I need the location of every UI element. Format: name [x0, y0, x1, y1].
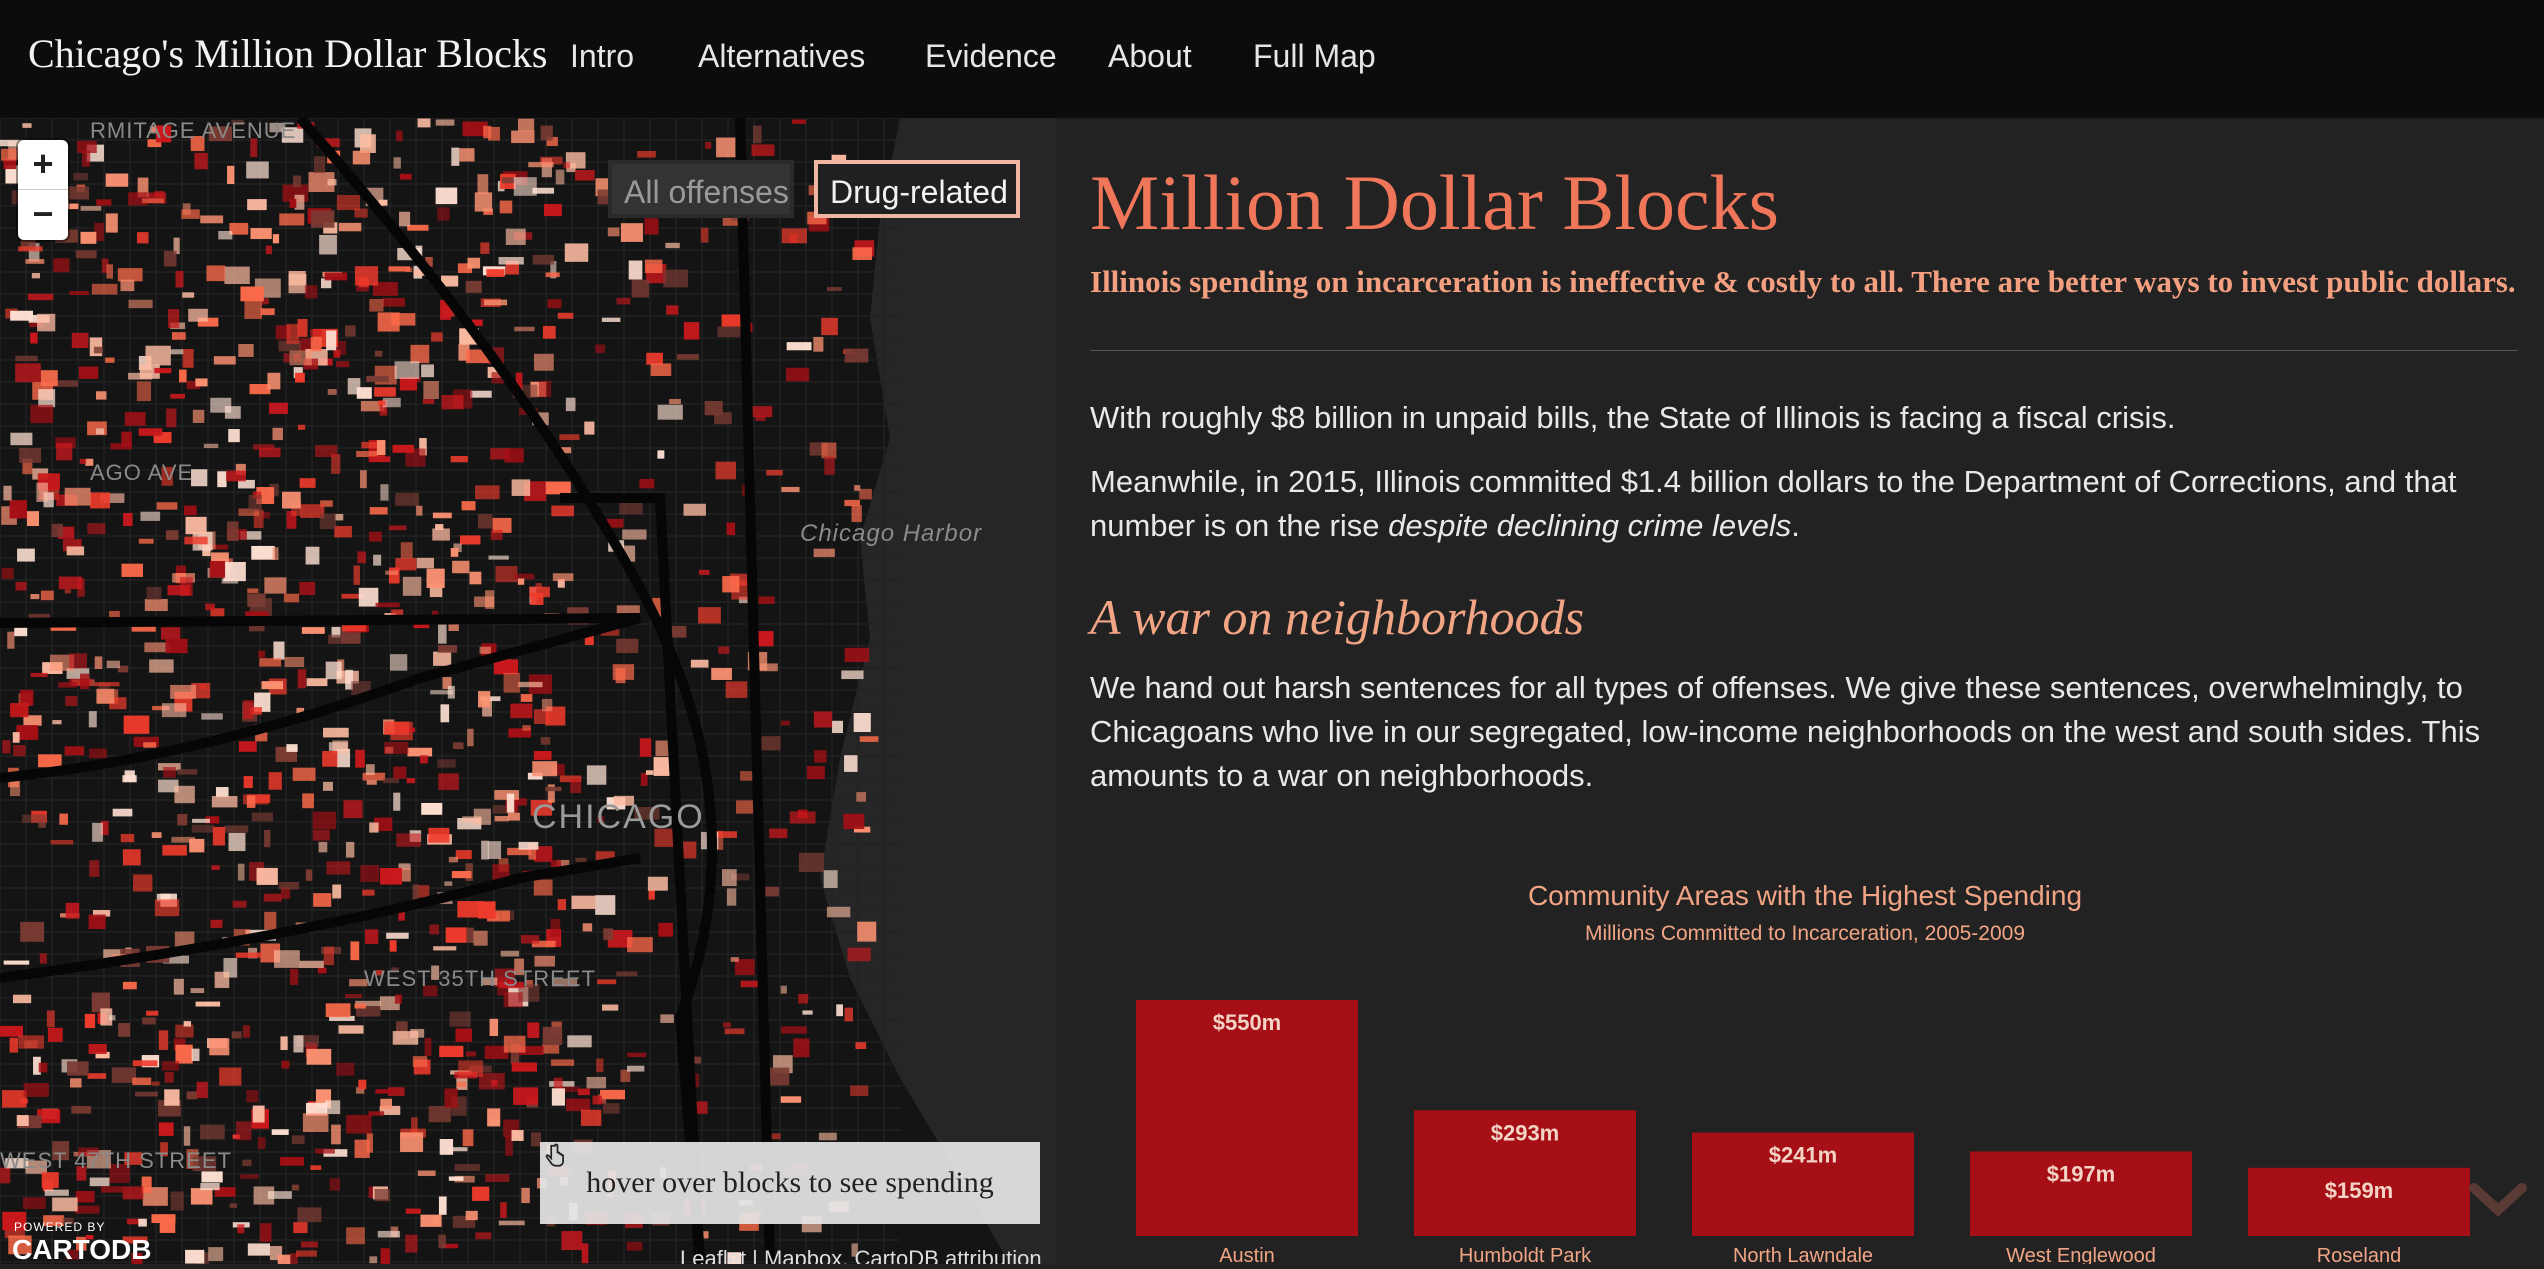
- section-heading: A war on neighborhoods: [1090, 589, 1585, 645]
- map-harbor-label: Chicago Harbor: [800, 520, 983, 547]
- navbar: Chicago's Million Dollar Blocks Intro Al…: [0, 0, 2544, 119]
- category-label: Humboldt Park: [1459, 1245, 1592, 1264]
- cartodb-logo[interactable]: CARTODB: [12, 1234, 151, 1264]
- drug-related-toggle[interactable]: Drug-related: [814, 160, 1020, 218]
- nav-intro[interactable]: Intro: [570, 38, 634, 75]
- bar-chart-canvas: $550m Austin $293m Humboldt Park $241m North …: [1136, 1000, 2470, 1267]
- all-offenses-toggle[interactable]: All offenses: [608, 160, 794, 218]
- spending-map[interactable]: RMITAGE AVENUE AGO AVE Chicago Harbor CH…: [0, 118, 1056, 1264]
- page-subtitle: Illinois spending on incarceration is in…: [1090, 264, 2516, 299]
- nav-alternatives[interactable]: Alternatives: [698, 38, 865, 75]
- chart-title: Community Areas with the Highest Spendin…: [1527, 880, 2083, 911]
- highway: [0, 613, 641, 628]
- intro-paragraph-2: Meanwhile, in 2015, Illinois committed $…: [1090, 460, 2520, 548]
- intro-paragraph-2-end: .: [1791, 508, 1800, 543]
- map-attribution[interactable]: Leaflet | Mapbox, CartoDB attribution: [680, 1246, 1042, 1264]
- map-street-label: WEST 35TH STREET: [364, 966, 596, 991]
- page-title: Million Dollar Blocks: [1090, 159, 1779, 246]
- chart-subtitle: Millions Committed to Incarceration, 200…: [1584, 922, 2026, 945]
- bar-value-label: $197m: [2047, 1161, 2116, 1186]
- site-brand[interactable]: Chicago's Million Dollar Blocks: [28, 30, 547, 77]
- map-street-label: AGO AVE: [90, 460, 194, 485]
- hover-hint: hover over blocks to see spending: [540, 1142, 1040, 1224]
- bar-value-label: $550m: [1213, 1010, 1282, 1035]
- category-label: Austin: [1219, 1245, 1275, 1264]
- zoom-control: + −: [18, 140, 68, 240]
- divider: [1090, 350, 2518, 351]
- category-label: West Englewood: [2006, 1245, 2156, 1264]
- hover-hint-text: hover over blocks to see spending: [586, 1166, 994, 1199]
- intro-paragraph-2-emphasis: despite declining crime levels: [1388, 508, 1792, 543]
- powered-by-label: POWERED BY: [14, 1220, 106, 1234]
- nav-full-map[interactable]: Full Map: [1253, 38, 1376, 75]
- nav-evidence[interactable]: Evidence: [925, 38, 1057, 75]
- zoom-in-button[interactable]: +: [18, 140, 68, 190]
- war-paragraph: We hand out harsh sentences for all type…: [1090, 670, 2481, 793]
- bar-value-label: $241m: [1769, 1143, 1838, 1168]
- bar-austin[interactable]: [1136, 1000, 1358, 1236]
- map-city-label: CHICAGO: [532, 798, 705, 836]
- pointer-hand-icon: [545, 1143, 564, 1167]
- spending-bar-chart: $550m Austin $293m Humboldt Park $241m North …: [1120, 960, 2500, 1269]
- bar-value-label: $159m: [2325, 1178, 2394, 1203]
- nav-about[interactable]: About: [1108, 38, 1192, 75]
- map-street-label: RMITAGE AVENUE: [90, 118, 297, 143]
- bar-value-label: $293m: [1491, 1120, 1560, 1145]
- map-canvas[interactable]: [0, 118, 1056, 1264]
- category-label: Roseland: [2317, 1245, 2402, 1264]
- zoom-out-button[interactable]: −: [18, 190, 68, 240]
- intro-paragraph-1: With roughly $8 billion in unpaid bills,…: [1090, 400, 2176, 435]
- category-label: North Lawndale: [1733, 1245, 1873, 1264]
- map-street-label: WEST 47TH STREET: [0, 1148, 232, 1173]
- chevron-down-icon[interactable]: [2468, 1180, 2528, 1220]
